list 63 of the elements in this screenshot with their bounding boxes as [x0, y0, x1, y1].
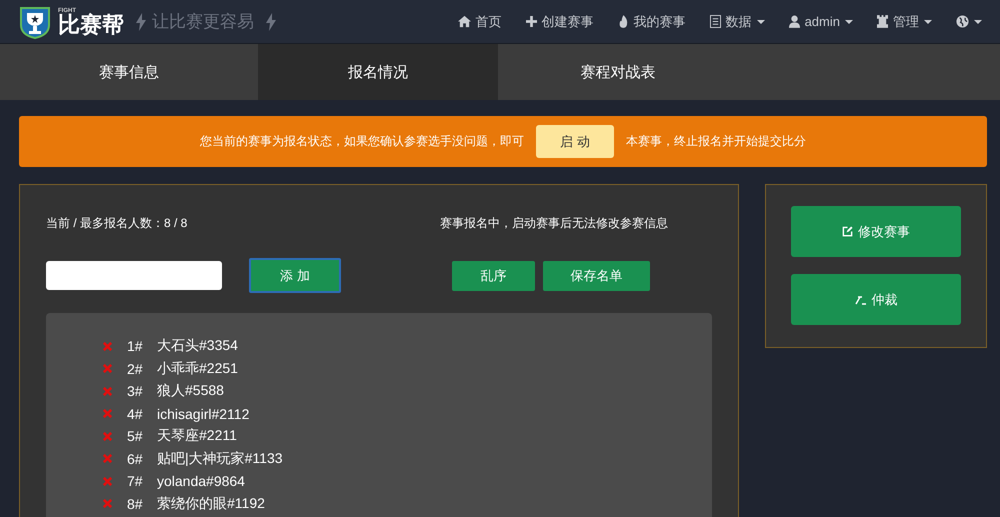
- player-input-field[interactable]: [46, 261, 222, 290]
- player-number: 4#: [127, 406, 144, 422]
- player-name: 大石头#3354: [157, 337, 238, 356]
- globe-icon: [956, 15, 969, 28]
- arbitration-button[interactable]: 仲裁: [791, 274, 961, 325]
- nav-link[interactable]: 我的赛事: [618, 12, 686, 30]
- save-list-button[interactable]: 保存名单: [543, 260, 650, 290]
- player-number: 7#: [127, 473, 144, 490]
- player-number: 3#: [127, 383, 144, 400]
- trophy-logo-icon: [18, 4, 52, 38]
- shuffle-button[interactable]: 乱序: [452, 260, 535, 290]
- caret-icon: [924, 20, 932, 24]
- delete-icon[interactable]: [102, 453, 113, 464]
- flame-icon: [618, 15, 629, 28]
- start-button[interactable]: 启 动: [536, 125, 614, 158]
- player-name: 狼人#5588: [157, 382, 224, 400]
- lightning-icon: [136, 12, 146, 30]
- registration-count: 当前 / 最多报名人数：8 / 8: [46, 215, 188, 232]
- caret-icon: [845, 20, 853, 24]
- plus-icon: [526, 16, 537, 27]
- player-number: 5#: [127, 428, 144, 444]
- delete-icon[interactable]: [102, 408, 113, 420]
- player-name: ichisagirl#2112: [157, 406, 250, 422]
- delete-icon[interactable]: [102, 386, 113, 397]
- brand-name: 比赛帮: [58, 14, 124, 36]
- caret-icon: [974, 20, 982, 24]
- edit-icon: [842, 226, 853, 237]
- nav-link[interactable]: 管理: [877, 12, 932, 30]
- list-icon: [710, 15, 721, 28]
- edit-event-button[interactable]: 修改赛事: [791, 206, 961, 257]
- delete-icon[interactable]: [102, 363, 113, 374]
- player-name: 贴吧|大神玩家#1133: [157, 450, 283, 468]
- player-name: 天琴座#2211: [157, 427, 237, 446]
- delete-icon[interactable]: [102, 476, 113, 487]
- delete-icon[interactable]: [102, 340, 113, 352]
- player-number: 1#: [127, 338, 144, 354]
- alert-text: 本赛事，终止报名并开始提交比分: [626, 133, 806, 150]
- rook-icon: [877, 15, 888, 28]
- player-name: yolanda#9864: [157, 473, 245, 490]
- player-name: 萦绕你的眼#1192: [157, 494, 265, 513]
- player-number: 8#: [127, 496, 144, 512]
- player-number: 6#: [127, 450, 144, 467]
- add-button[interactable]: 添 加: [249, 258, 341, 293]
- tagline: 让比赛更容易: [152, 11, 254, 33]
- gavel-icon: [854, 294, 866, 304]
- tab[interactable]: 报名情况: [258, 44, 498, 100]
- nav-link[interactable]: 首页: [458, 12, 502, 30]
- nav-link[interactable]: 数据: [710, 12, 765, 30]
- player-number: 2#: [127, 360, 144, 377]
- delete-icon[interactable]: [102, 498, 113, 510]
- nav-link[interactable]: [956, 15, 982, 28]
- nav-link[interactable]: admin: [788, 14, 853, 29]
- notice-text: 赛事报名中，启动赛事后无法修改参赛信息: [440, 215, 668, 232]
- caret-icon: [756, 20, 765, 24]
- nav-link[interactable]: 创建赛事: [526, 12, 594, 30]
- alert-text: 您当前的赛事为报名状态，如果您确认参赛选手没问题，即可: [200, 133, 524, 150]
- tab[interactable]: 赛程对战表: [498, 44, 738, 100]
- home-icon: [458, 15, 471, 28]
- delete-icon[interactable]: [102, 430, 113, 442]
- tab[interactable]: 赛事信息: [0, 44, 258, 100]
- player-name: 小乖乖#2251: [157, 360, 238, 378]
- user-icon: [788, 15, 800, 28]
- lightning-icon: [266, 12, 276, 30]
